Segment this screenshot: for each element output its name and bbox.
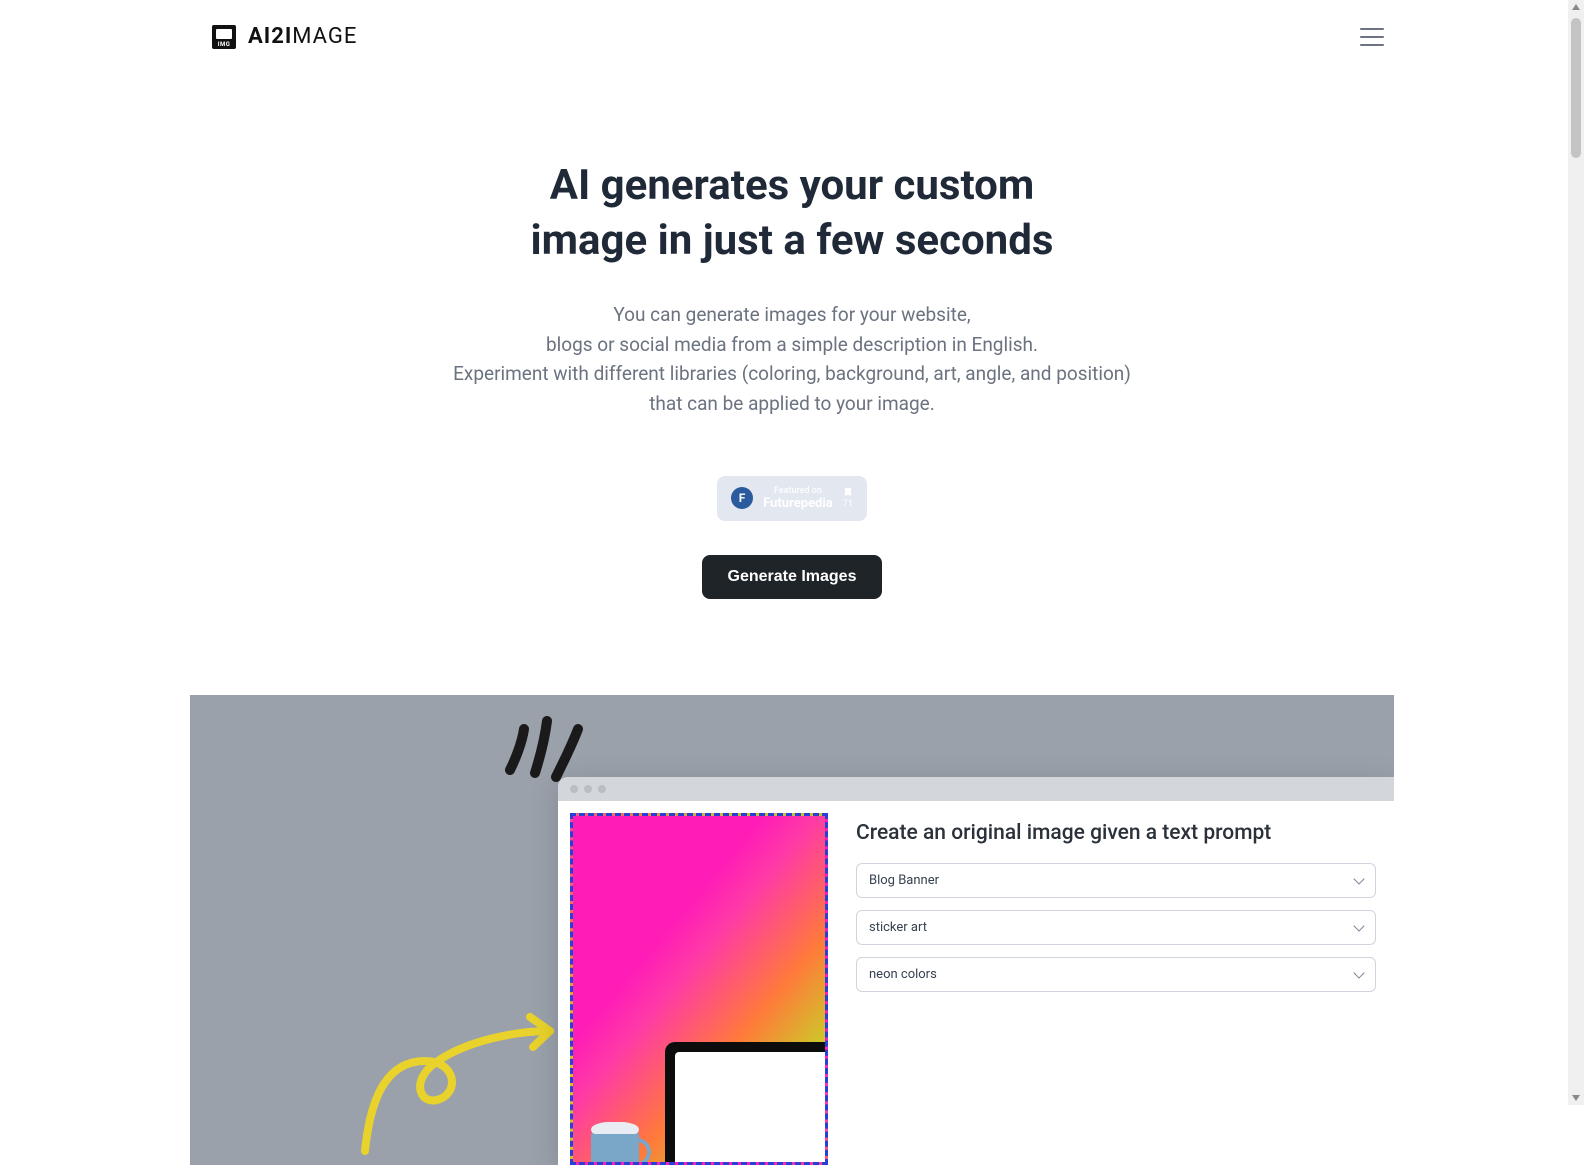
hero-description: You can generate images for your website… bbox=[0, 300, 1584, 418]
hero-section: AI generates your custom image in just a… bbox=[0, 73, 1584, 599]
mock-select-format[interactable]: Blog Banner bbox=[856, 863, 1376, 898]
logo-text: AI2IMAGE bbox=[248, 24, 357, 49]
page-scrollbar[interactable] bbox=[1568, 0, 1584, 1105]
badge-text: Featured on Futurepedia bbox=[763, 486, 833, 511]
hamburger-menu-icon[interactable] bbox=[1360, 28, 1384, 46]
window-dot-icon bbox=[570, 785, 578, 793]
curly-arrow-icon bbox=[345, 991, 575, 1165]
window-dot-icon bbox=[584, 785, 592, 793]
chevron-down-icon bbox=[1353, 874, 1364, 885]
mock-select-style[interactable]: sticker art bbox=[856, 910, 1376, 945]
badge-count-group: 71 bbox=[843, 487, 853, 509]
site-header: IMG AI2IMAGE bbox=[0, 0, 1584, 73]
chevron-down-icon bbox=[1353, 921, 1364, 932]
mock-window-topbar bbox=[558, 777, 1394, 801]
mock-select-value: Blog Banner bbox=[869, 873, 939, 888]
badge-top-text: Featured on bbox=[763, 486, 833, 496]
hero-desc-line2: blogs or social media from a simple desc… bbox=[546, 333, 1038, 356]
image-selection-box[interactable] bbox=[570, 813, 828, 1165]
window-dot-icon bbox=[598, 785, 606, 793]
badge-count: 71 bbox=[843, 499, 853, 509]
tablet-illustration bbox=[665, 1042, 828, 1165]
mock-app-window: Create an original image given a text pr… bbox=[558, 777, 1394, 1165]
badge-bottom-text: Futurepedia bbox=[763, 496, 833, 511]
preview-section: Create an original image given a text pr… bbox=[190, 695, 1394, 1165]
mug-illustration bbox=[591, 1130, 639, 1165]
hero-title-line2: image in just a few seconds bbox=[531, 216, 1054, 265]
mock-canvas-area bbox=[558, 801, 838, 1165]
cta-wrap: Generate Images bbox=[0, 555, 1584, 599]
hero-desc-line3: Experiment with different libraries (col… bbox=[453, 362, 1131, 385]
mock-select-value: neon colors bbox=[869, 967, 937, 982]
hero-title: AI generates your custom image in just a… bbox=[0, 159, 1584, 268]
mock-select-value: sticker art bbox=[869, 920, 927, 935]
hero-title-line1: AI generates your custom bbox=[550, 161, 1035, 210]
logo-mark: IMG bbox=[212, 25, 236, 49]
bookmark-icon bbox=[843, 487, 853, 497]
mock-body: Create an original image given a text pr… bbox=[558, 801, 1394, 1165]
logo-link[interactable]: IMG AI2IMAGE bbox=[212, 24, 357, 49]
logo-mark-text: IMG bbox=[218, 41, 231, 48]
hero-desc-line4: that can be applied to your image. bbox=[649, 392, 935, 415]
logo-text-thin: MAGE bbox=[292, 24, 357, 49]
scroll-up-icon bbox=[1572, 4, 1580, 10]
badge-initial-icon: F bbox=[731, 487, 753, 509]
mock-panel-title: Create an original image given a text pr… bbox=[856, 819, 1376, 847]
mock-select-color[interactable]: neon colors bbox=[856, 957, 1376, 992]
chevron-down-icon bbox=[1353, 968, 1364, 979]
featured-badge-wrap: F Featured on Futurepedia 71 bbox=[0, 476, 1584, 521]
logo-text-bold: AI2I bbox=[248, 24, 292, 49]
scroll-down-icon bbox=[1572, 1095, 1580, 1101]
generate-images-button[interactable]: Generate Images bbox=[702, 555, 883, 599]
mock-form-panel: Create an original image given a text pr… bbox=[838, 801, 1394, 1165]
decorative-stroke-icon bbox=[500, 715, 590, 785]
hero-desc-line1: You can generate images for your website… bbox=[613, 303, 970, 326]
featured-badge[interactable]: F Featured on Futurepedia 71 bbox=[717, 476, 867, 521]
